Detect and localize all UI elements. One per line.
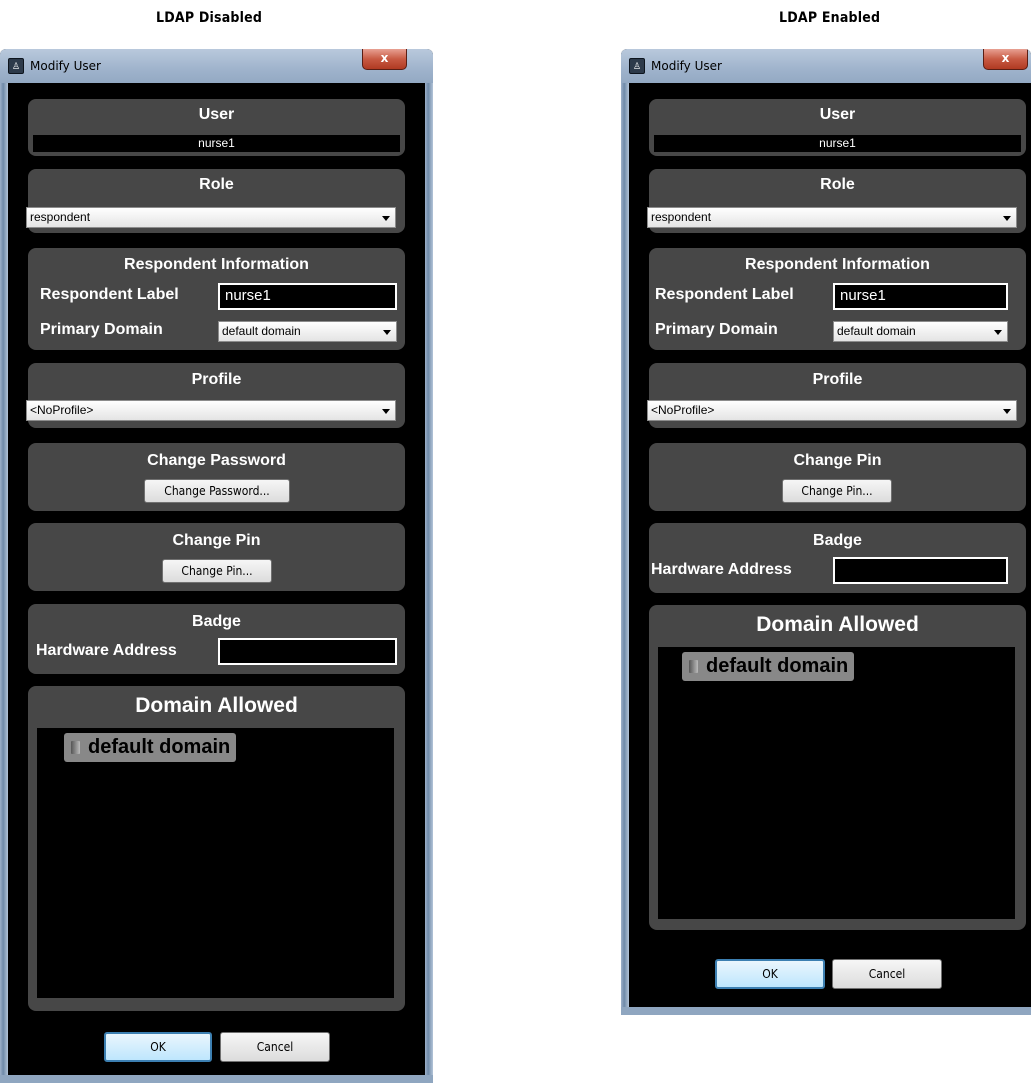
chevron-down-icon <box>1003 216 1011 221</box>
caption-ldap-enabled: LDAP Enabled <box>779 10 881 26</box>
ok-button[interactable]: OK <box>715 959 825 989</box>
modify-user-dialog-ldap-disabled: ♙ Modify User x User nurse1 Role respond… <box>0 49 433 1083</box>
role-select-value: respondent <box>651 210 712 224</box>
profile-select-value: <NoProfile> <box>30 403 94 417</box>
dialog-title: Modify User <box>651 59 722 73</box>
primary-domain-value: default domain <box>222 324 301 338</box>
cancel-button[interactable]: Cancel <box>220 1032 330 1062</box>
profile-select-value: <NoProfile> <box>651 403 715 417</box>
primary-domain-caption: Primary Domain <box>655 321 778 338</box>
domain-allowed-panel: Domain Allowed default domain <box>649 605 1026 930</box>
list-item[interactable]: default domain <box>682 652 855 681</box>
domain-list[interactable]: default domain <box>658 647 1015 919</box>
title-bar[interactable]: ♙ Modify User x <box>0 49 433 83</box>
role-select-value: respondent <box>30 210 91 224</box>
change-pin-button[interactable]: Change Pin... <box>162 559 272 583</box>
modify-user-dialog-ldap-enabled: ♙ Modify User x User nurse1 Role respond… <box>621 49 1031 1015</box>
chevron-down-icon <box>382 216 390 221</box>
respondent-info-heading: Respondent Information <box>745 256 930 273</box>
role-select[interactable]: respondent <box>647 207 1017 228</box>
profile-select[interactable]: <NoProfile> <box>647 400 1017 421</box>
hardware-address-caption: Hardware Address <box>36 642 177 659</box>
respondent-info-panel: Respondent Information Respondent Label … <box>28 248 405 350</box>
domain-icon <box>71 741 80 754</box>
respondent-info-panel: Respondent Information Respondent Label … <box>649 248 1026 350</box>
chevron-down-icon <box>383 330 391 335</box>
user-heading: User <box>198 106 235 123</box>
respondent-label-input[interactable]: nurse1 <box>833 283 1008 310</box>
domain-item-label: default domain <box>88 736 231 758</box>
profile-heading: Profile <box>191 371 242 388</box>
domain-list[interactable]: default domain <box>37 728 394 998</box>
role-panel: Role respondent <box>26 169 405 233</box>
primary-domain-select[interactable]: default domain <box>833 321 1008 342</box>
change-password-panel: Change Password Change Password... <box>28 443 405 511</box>
user-name-field: nurse1 <box>654 135 1021 152</box>
role-heading: Role <box>199 176 234 193</box>
primary-domain-select[interactable]: default domain <box>218 321 397 342</box>
caption-ldap-disabled: LDAP Disabled <box>156 10 263 26</box>
app-icon: ♙ <box>629 58 645 74</box>
close-button[interactable]: x <box>983 49 1028 70</box>
primary-domain-caption: Primary Domain <box>40 321 163 338</box>
domain-allowed-heading: Domain Allowed <box>135 694 298 717</box>
user-panel: User nurse1 <box>28 99 405 156</box>
role-select[interactable]: respondent <box>26 207 396 228</box>
domain-icon <box>689 660 698 673</box>
profile-panel: Profile <NoProfile> <box>647 363 1026 428</box>
change-pin-heading: Change Pin <box>172 532 261 549</box>
hardware-address-input[interactable] <box>833 557 1008 584</box>
change-password-button[interactable]: Change Password... <box>144 479 290 503</box>
user-name-field: nurse1 <box>33 135 400 152</box>
dialog-title: Modify User <box>30 59 101 73</box>
user-panel: User nurse1 <box>649 99 1026 156</box>
domain-allowed-panel: Domain Allowed default domain <box>28 686 405 1011</box>
change-pin-button[interactable]: Change Pin... <box>782 479 892 503</box>
change-password-heading: Change Password <box>147 452 286 469</box>
badge-panel: Badge Hardware Address <box>28 604 405 674</box>
respondent-label-input[interactable]: nurse1 <box>218 283 397 310</box>
ok-button[interactable]: OK <box>104 1032 212 1062</box>
profile-panel: Profile <NoProfile> <box>26 363 405 428</box>
close-button[interactable]: x <box>362 49 407 70</box>
respondent-label-caption: Respondent Label <box>40 286 179 303</box>
chevron-down-icon <box>1003 409 1011 414</box>
badge-panel: Badge Hardware Address <box>649 523 1026 593</box>
list-item[interactable]: default domain <box>64 733 237 762</box>
profile-select[interactable]: <NoProfile> <box>26 400 396 421</box>
cancel-button[interactable]: Cancel <box>832 959 942 989</box>
change-pin-panel: Change Pin Change Pin... <box>28 523 405 591</box>
profile-heading: Profile <box>812 371 863 388</box>
respondent-info-heading: Respondent Information <box>124 256 309 273</box>
change-pin-panel: Change Pin Change Pin... <box>649 443 1026 511</box>
domain-item-label: default domain <box>706 655 849 677</box>
chevron-down-icon <box>382 409 390 414</box>
chevron-down-icon <box>994 330 1002 335</box>
app-icon: ♙ <box>8 58 24 74</box>
role-panel: Role respondent <box>647 169 1026 233</box>
hardware-address-caption: Hardware Address <box>651 561 792 578</box>
badge-heading: Badge <box>813 532 862 549</box>
primary-domain-value: default domain <box>837 324 916 338</box>
badge-heading: Badge <box>192 613 241 630</box>
title-bar[interactable]: ♙ Modify User x <box>621 49 1031 83</box>
change-pin-heading: Change Pin <box>793 452 882 469</box>
user-heading: User <box>819 106 856 123</box>
domain-allowed-heading: Domain Allowed <box>756 613 919 636</box>
respondent-label-caption: Respondent Label <box>655 286 794 303</box>
hardware-address-input[interactable] <box>218 638 397 665</box>
role-heading: Role <box>820 176 855 193</box>
